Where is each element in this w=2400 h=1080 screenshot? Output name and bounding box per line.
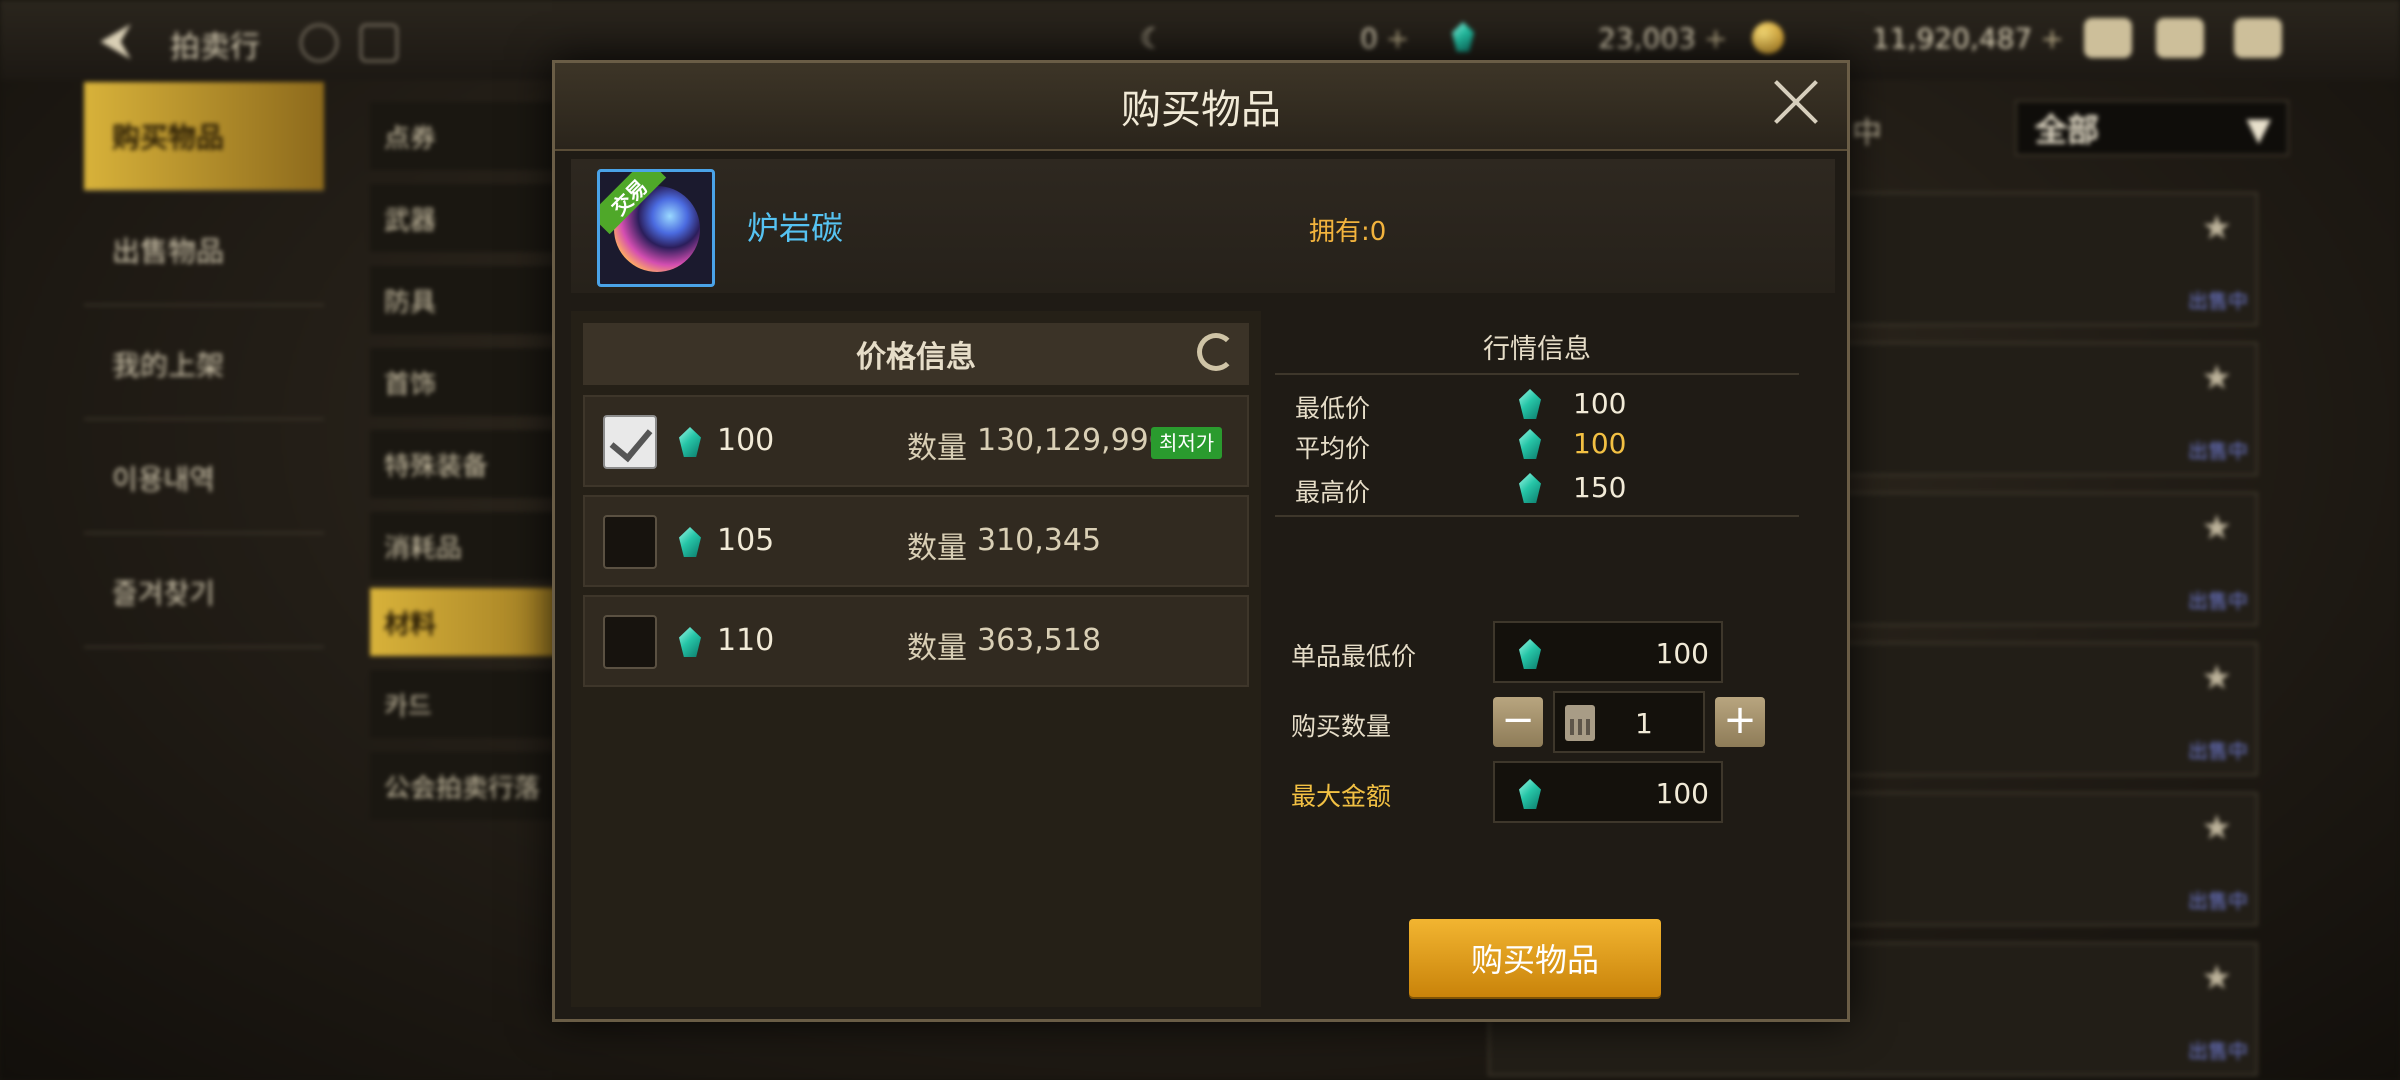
unit-min-price-label: 单品最低价 [1291,642,1417,671]
teal-gem-icon [1519,639,1541,669]
price-row[interactable]: 110 数量 363,518 [583,595,1249,687]
modal-header: 购买物品 [555,63,1847,151]
buy-item-button[interactable]: 购买物品 [1409,919,1661,997]
market-row-min: 最低价 100 [1295,387,1627,423]
quantity-value[interactable]: 1 [1635,707,1653,740]
currency-gem: 23,003 + [1598,22,1728,55]
category-item[interactable]: 材料 [370,588,570,656]
star-icon[interactable]: ★ [2202,508,2232,548]
gold-coin-icon [1752,22,1784,61]
item-summary: 交易 炉岩碳 拥有:0 [571,159,1835,293]
nav-my-listings[interactable]: 我的上架 [84,310,324,420]
qty-value: 310,345 [977,523,1102,558]
teal-gem-icon [1519,779,1541,809]
quantity-stepper[interactable]: 1 [1553,691,1705,753]
modal-title: 购买物品 [1121,87,1281,133]
bag-icon[interactable] [2084,18,2132,58]
price-value: 105 [717,523,775,558]
price-row-checkbox[interactable] [603,615,657,669]
qty-label: 数量 [907,631,967,666]
max-amount-label: 最大金额 [1291,782,1392,811]
category-item[interactable]: 카드 [370,670,570,738]
refresh-icon[interactable] [1197,333,1235,371]
teal-gem-icon [1452,22,1474,59]
price-row[interactable]: 100 数量 130,129,990 최저가 [583,395,1249,487]
back-arrow-icon[interactable]: ⮜ [100,14,131,65]
category-item[interactable]: 消耗品 [370,512,570,580]
teal-gem-icon [679,427,701,457]
price-row[interactable]: 105 数量 310,345 [583,495,1249,587]
chevron-down-icon: ▼ [2246,110,2271,148]
help-icon[interactable] [300,24,338,62]
star-icon[interactable]: ★ [2202,358,2232,398]
category-item[interactable]: 点券 [370,102,570,170]
teal-gem-icon [1519,473,1541,503]
teal-gem-icon [679,627,701,657]
calendar-icon[interactable] [360,24,398,62]
star-icon[interactable]: ★ [2202,658,2232,698]
price-row-checkbox[interactable] [603,415,657,469]
qty-label: 数量 [907,531,967,566]
header-title: 拍卖行 [170,30,260,65]
nav-favorites[interactable]: 즐겨찾기 [84,538,324,648]
item-name: 炉岩碳 [747,209,844,247]
nav-sell[interactable]: 出售物品 [84,196,324,306]
buy-item-modal: 购买物品 交易 炉岩碳 拥有:0 价格信息 100 数量 130,129,990… [552,60,1850,1022]
qty-label: 数量 [907,431,967,466]
filter-dropdown[interactable]: 全部 ▼ [2015,100,2289,156]
purchase-qty-row: 购买数量 − 1 + [1291,691,1771,753]
qty-value: 363,518 [977,623,1102,658]
max-amount-field: 100 [1493,761,1723,823]
currency-crescent: 0 + [1360,22,1410,55]
price-info-panel: 价格信息 100 数量 130,129,990 최저가 105 数量 310,3… [571,311,1261,1007]
price-row-checkbox[interactable] [603,515,657,569]
category-item[interactable]: 首饰 [370,348,570,416]
market-info-list: 最低价 100 平均价 100 最高价 150 [1275,375,1799,517]
purchase-qty-label: 购买数量 [1291,712,1392,741]
mail-icon[interactable] [2156,18,2204,58]
currency-gold: 11,920,487 + [1872,22,2064,55]
teal-gem-icon [679,527,701,557]
market-row-max: 最高价 150 [1295,471,1627,507]
category-item[interactable]: 特殊装备 [370,430,570,498]
market-row-avg: 平均价 100 [1295,427,1627,463]
lowest-price-badge: 최저가 [1151,427,1223,459]
item-icon: 交易 [597,169,715,287]
unit-min-price-row: 单品最低价 100 [1291,621,1771,683]
market-info-header: 行情信息 [1275,313,1799,375]
teal-gem-icon [1519,429,1541,459]
star-icon[interactable]: ★ [2202,208,2232,248]
increase-qty-button[interactable]: + [1715,697,1765,747]
filter-partial-label: 中 [1852,116,1882,151]
price-value: 110 [717,623,775,658]
unit-min-price-field: 100 [1493,621,1723,683]
category-item[interactable]: 防具 [370,266,570,334]
price-info-header: 价格信息 [583,323,1249,385]
close-icon[interactable] [1771,77,1821,127]
crescent-coin-icon: ☾ [1140,22,1166,55]
qty-value: 130,129,990 [977,423,1168,458]
calculator-icon[interactable] [1565,705,1595,741]
chat-icon[interactable] [2234,18,2282,58]
star-icon[interactable]: ★ [2202,958,2232,998]
star-icon[interactable]: ★ [2202,808,2232,848]
nav-history[interactable]: 이용내역 [84,424,324,534]
max-amount-row: 最大金额 100 [1291,761,1771,823]
teal-gem-icon [1519,389,1541,419]
decrease-qty-button[interactable]: − [1493,697,1543,747]
category-item[interactable]: 武器 [370,184,570,252]
price-value: 100 [717,423,775,458]
category-item[interactable]: 公会拍卖行落 [370,752,570,820]
nav-buy[interactable]: 购买物品 [84,82,324,192]
owned-count: 拥有:0 [1309,217,1387,247]
